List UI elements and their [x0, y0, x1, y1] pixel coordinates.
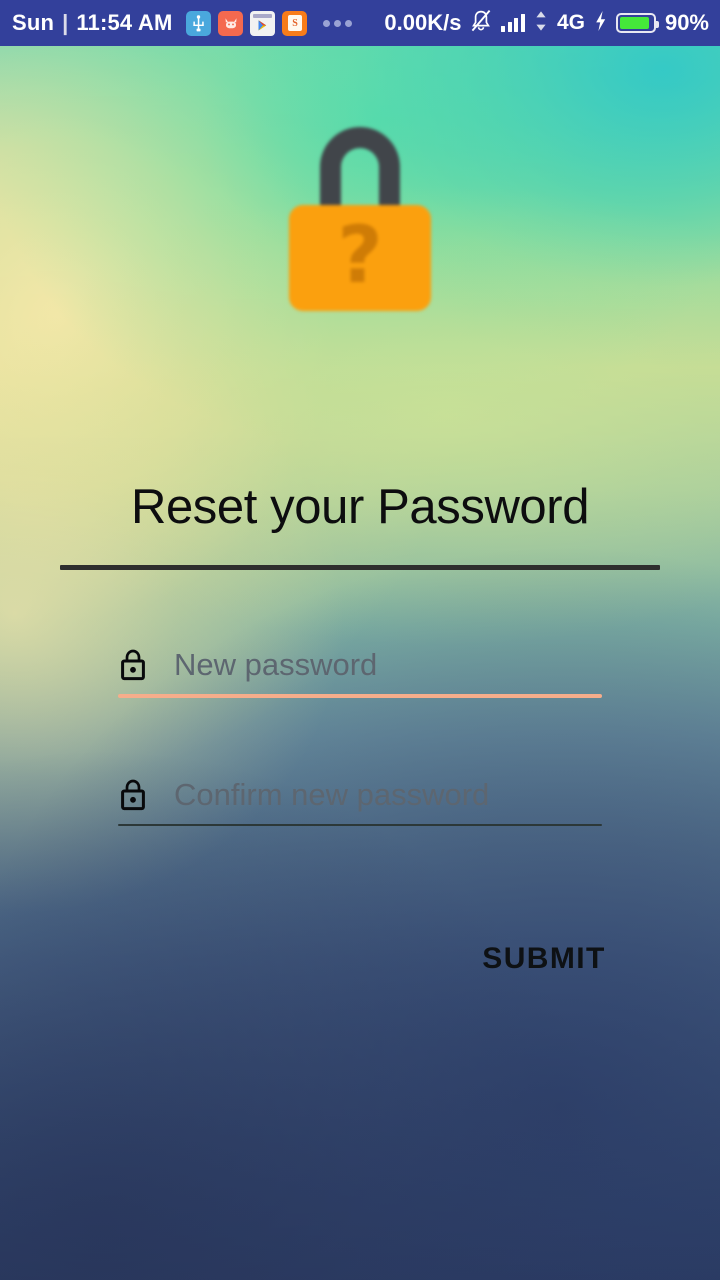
notification-icons: S: [186, 10, 353, 36]
new-password-input[interactable]: [174, 644, 602, 686]
mute-bell-icon: [470, 9, 492, 38]
usb-icon: [186, 10, 212, 36]
status-bar-clock: 11:54 AM: [76, 10, 173, 35]
data-transfer-icon: [534, 10, 548, 37]
app-orange-icon-glyph: S: [287, 15, 302, 31]
network-type-label: 4G: [556, 11, 585, 34]
lock-icon: [121, 649, 145, 681]
confirm-password-underline: [118, 824, 602, 826]
confirm-password-field[interactable]: [118, 768, 602, 828]
submit-button[interactable]: SUBMIT: [470, 930, 618, 988]
status-bar-day: Sun: [12, 10, 55, 35]
signal-bars-icon: [501, 14, 525, 32]
status-bar: Sun | 11:54 AM S 0.00K/s 4G 90%: [0, 0, 720, 46]
battery-percent-label: 90%: [664, 10, 709, 35]
lock-icon: [121, 779, 145, 811]
new-password-field[interactable]: [118, 638, 602, 698]
status-bar-separator: |: [62, 10, 69, 35]
app-face-icon: [218, 10, 244, 36]
page-title: Reset your Password: [130, 480, 590, 534]
phone-screen: Sun | 11:54 AM S 0.00K/s 4G 90% ? Reset …: [0, 0, 720, 1280]
battery-icon: [615, 13, 659, 33]
reset-password-form: Reset your Password SUBMIT: [0, 0, 720, 1234]
title-divider: [60, 565, 660, 570]
status-bar-left: Sun | 11:54 AM S: [0, 10, 353, 36]
confirm-password-input[interactable]: [174, 774, 602, 816]
status-bar-right: 0.00K/s 4G 90%: [384, 9, 720, 38]
play-store-icon: [250, 10, 276, 36]
network-speed-label: 0.00K/s: [384, 10, 462, 35]
app-orange-icon: S: [282, 10, 308, 36]
charging-bolt-icon: [594, 10, 607, 37]
overflow-dots-icon: [323, 19, 353, 27]
new-password-underline: [118, 694, 602, 698]
